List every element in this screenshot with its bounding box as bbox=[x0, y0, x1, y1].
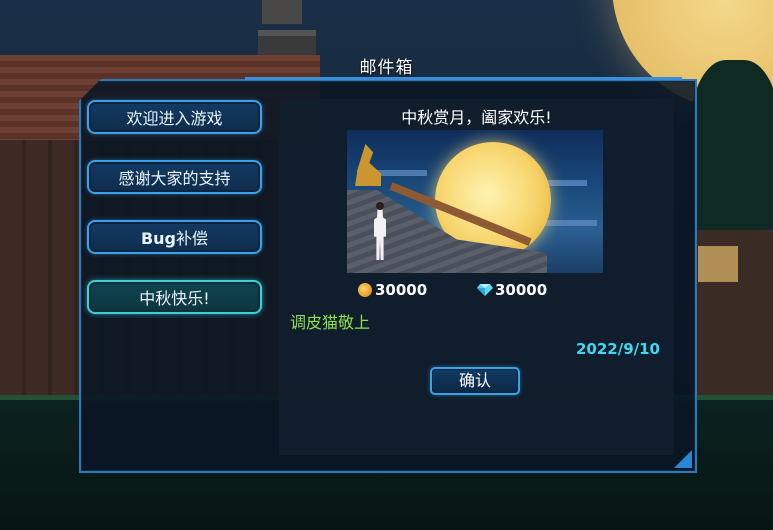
mail-item-welcome[interactable]: 欢迎进入游戏 bbox=[87, 100, 262, 134]
mail-item-mid-autumn[interactable]: 中秋快乐! bbox=[87, 280, 262, 314]
character-head bbox=[376, 202, 384, 210]
gold-coin-icon bbox=[358, 283, 372, 297]
mail-title: 中秋赏月，阖家欢乐! bbox=[401, 108, 552, 127]
reward-diamond: 30000 bbox=[477, 281, 547, 299]
panel-corner-accent bbox=[674, 450, 692, 468]
mail-date: 2022/9/10 bbox=[575, 340, 660, 358]
right-house bbox=[690, 230, 773, 400]
reward-gold-amount: 30000 bbox=[375, 281, 428, 299]
panel-accent-line bbox=[245, 77, 682, 80]
mail-item-label: 中秋快乐! bbox=[139, 289, 210, 308]
reward-diamond-amount: 30000 bbox=[495, 281, 548, 299]
confirm-button-label: 确认 bbox=[458, 371, 491, 390]
mail-item-label: 补偿 bbox=[176, 229, 209, 248]
tree bbox=[690, 60, 773, 230]
diamond-icon bbox=[477, 284, 493, 296]
confirm-button[interactable]: 确认 bbox=[430, 367, 520, 395]
chimney-smoke bbox=[262, 0, 302, 24]
mail-item-thanks[interactable]: 感谢大家的支持 bbox=[87, 160, 262, 194]
mail-item-label: 欢迎进入游戏 bbox=[126, 109, 223, 128]
mail-item-label-bold: Bug bbox=[140, 229, 177, 248]
mailbox-title: 邮件箱 bbox=[359, 58, 414, 78]
mail-sender: 调皮猫敬上 bbox=[290, 313, 371, 332]
mail-illustration bbox=[347, 130, 603, 273]
mail-item-label: 感谢大家的支持 bbox=[118, 169, 231, 188]
roof-ornament bbox=[355, 144, 381, 186]
mail-item-bug-compensation[interactable]: Bug补偿 bbox=[87, 220, 262, 254]
reward-gold: 30000 bbox=[358, 281, 427, 299]
